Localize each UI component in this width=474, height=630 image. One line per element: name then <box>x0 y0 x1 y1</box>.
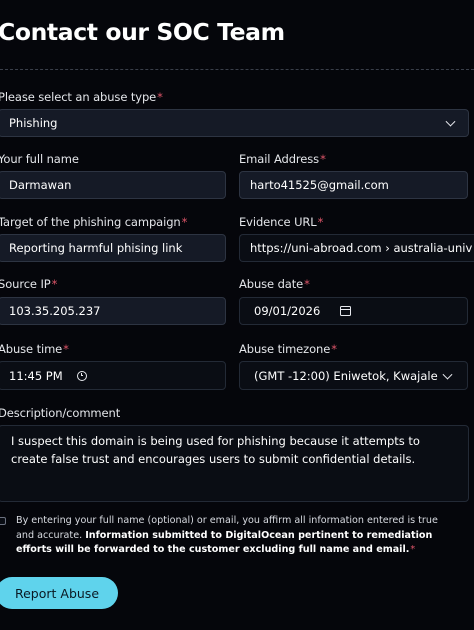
chevron-down-icon <box>442 369 453 380</box>
required-marker: * <box>51 277 58 291</box>
full-name-field[interactable]: Darmawan <box>0 171 226 199</box>
abuse-date-label: Abuse date* <box>239 277 310 291</box>
abuse-date-field[interactable]: 09/01/2026 <box>239 297 468 325</box>
full-name-value: Darmawan <box>9 178 72 192</box>
description-label: Description/comment <box>0 406 121 420</box>
required-marker: * <box>320 152 326 166</box>
abuse-type-value: Phishing <box>9 116 58 130</box>
evidence-url-value: https://uni-abroad.com › australia-univ <box>250 241 473 255</box>
calendar-icon[interactable] <box>340 306 351 316</box>
required-marker: * <box>317 215 324 229</box>
email-field[interactable]: harto41525@gmail.com <box>239 171 468 199</box>
description-value: I suspect this domain is being used for … <box>11 434 420 466</box>
consent-text: By entering your full name (optional) or… <box>16 514 456 558</box>
report-abuse-button[interactable]: Report Abuse <box>0 577 118 609</box>
evidence-url-field[interactable]: https://uni-abroad.com › australia-univ <box>239 234 474 262</box>
required-marker: * <box>304 277 310 291</box>
abuse-date-value: 09/01/2026 <box>254 304 321 318</box>
target-value: Reporting harmful phising link <box>9 241 183 255</box>
consent-checkbox[interactable] <box>0 517 6 525</box>
required-marker: * <box>63 342 69 356</box>
email-label: Email Address* <box>239 152 326 166</box>
abuse-time-value: 11:45 PM <box>9 368 63 383</box>
full-name-label: Your full name <box>0 152 79 166</box>
abuse-timezone-value: (GMT -12:00) Eniwetok, Kwajale <box>254 368 438 383</box>
abuse-type-select[interactable]: Phishing <box>0 109 469 137</box>
abuse-timezone-select[interactable]: (GMT -12:00) Eniwetok, Kwajale <box>239 361 468 390</box>
abuse-time-label: Abuse time* <box>0 342 69 356</box>
required-marker: * <box>157 90 163 104</box>
description-textarea[interactable]: I suspect this domain is being used for … <box>0 425 469 502</box>
source-ip-value: 103.35.205.237 <box>9 304 101 318</box>
email-value: harto41525@gmail.com <box>250 178 389 192</box>
page-title: Contact our SOC Team <box>0 18 285 46</box>
evidence-url-label: Evidence URL* <box>239 215 324 229</box>
required-marker: * <box>410 544 416 555</box>
target-field[interactable]: Reporting harmful phising link <box>0 234 226 262</box>
clock-icon[interactable] <box>76 370 87 381</box>
divider <box>0 69 474 70</box>
abuse-time-field[interactable]: 11:45 PM <box>0 361 226 390</box>
abuse-type-label: Please select an abuse type* <box>0 90 163 104</box>
target-label: Target of the phishing campaign* <box>0 215 188 229</box>
source-ip-field[interactable]: 103.35.205.237 <box>0 297 226 325</box>
abuse-timezone-label: Abuse timezone* <box>239 342 337 356</box>
source-ip-label: Source IP* <box>0 277 58 291</box>
required-marker: * <box>181 215 188 229</box>
required-marker: * <box>331 342 337 356</box>
chevron-down-icon <box>445 116 456 127</box>
